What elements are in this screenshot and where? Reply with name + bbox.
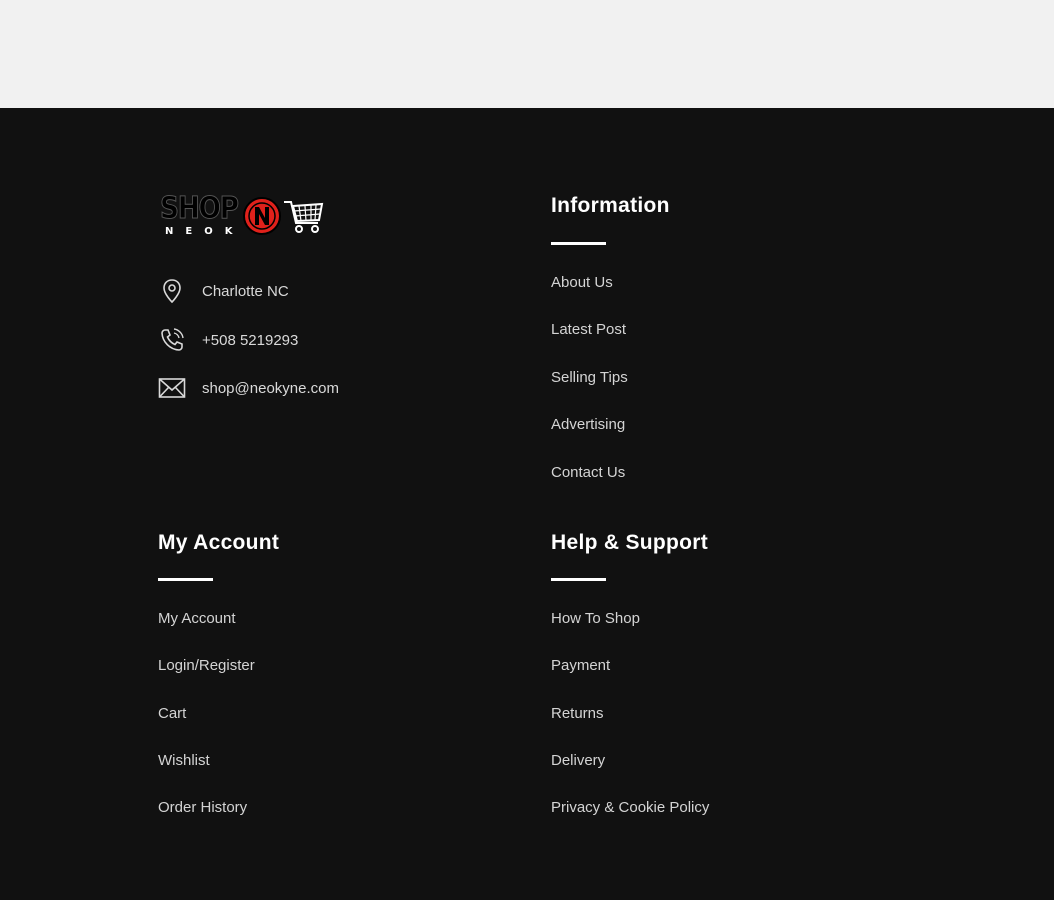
contact-phone[interactable]: +508 5219293 [158,326,298,354]
contact-email[interactable]: shop@neokyne.com [158,374,339,402]
link-cart[interactable]: Cart [158,705,186,722]
link-latest-post[interactable]: Latest Post [551,321,626,338]
contact-phone-text: +508 5219293 [202,331,299,349]
location-pin-icon [158,277,186,305]
link-wishlist[interactable]: Wishlist [158,752,210,769]
page-top-band [0,0,1054,108]
my-account-heading: My Account [158,531,280,554]
link-delivery[interactable]: Delivery [551,752,605,769]
phone-icon [158,326,186,354]
link-contact-us[interactable]: Contact Us [551,464,625,481]
contact-email-text: shop@neokyne.com [202,379,339,397]
shop-neok-logo[interactable]: SHOP NEOK [158,190,328,242]
contact-address-text: Charlotte NC [202,282,289,300]
link-payment[interactable]: Payment [551,657,610,674]
my-account-heading-underline [158,578,213,581]
envelope-icon [158,374,186,402]
link-order-history[interactable]: Order History [158,799,247,816]
help-support-heading-underline [551,578,606,581]
link-my-account[interactable]: My Account [158,610,236,627]
contact-address: Charlotte NC [158,277,289,305]
logo-subtitle: NEOK [165,226,245,237]
link-about-us[interactable]: About Us [551,274,613,291]
information-heading: Information [551,194,670,217]
shopping-cart-icon [284,201,324,233]
link-how-to-shop[interactable]: How To Shop [551,610,640,627]
link-selling-tips[interactable]: Selling Tips [551,369,628,386]
logo-wordmark: SHOP [160,191,240,226]
link-privacy-cookie-policy[interactable]: Privacy & Cookie Policy [551,799,709,816]
logo-n-badge-icon [243,197,281,235]
link-login-register[interactable]: Login/Register [158,657,255,674]
link-advertising[interactable]: Advertising [551,416,625,433]
help-support-heading: Help & Support [551,531,709,554]
link-returns[interactable]: Returns [551,705,604,722]
information-heading-underline [551,242,606,245]
